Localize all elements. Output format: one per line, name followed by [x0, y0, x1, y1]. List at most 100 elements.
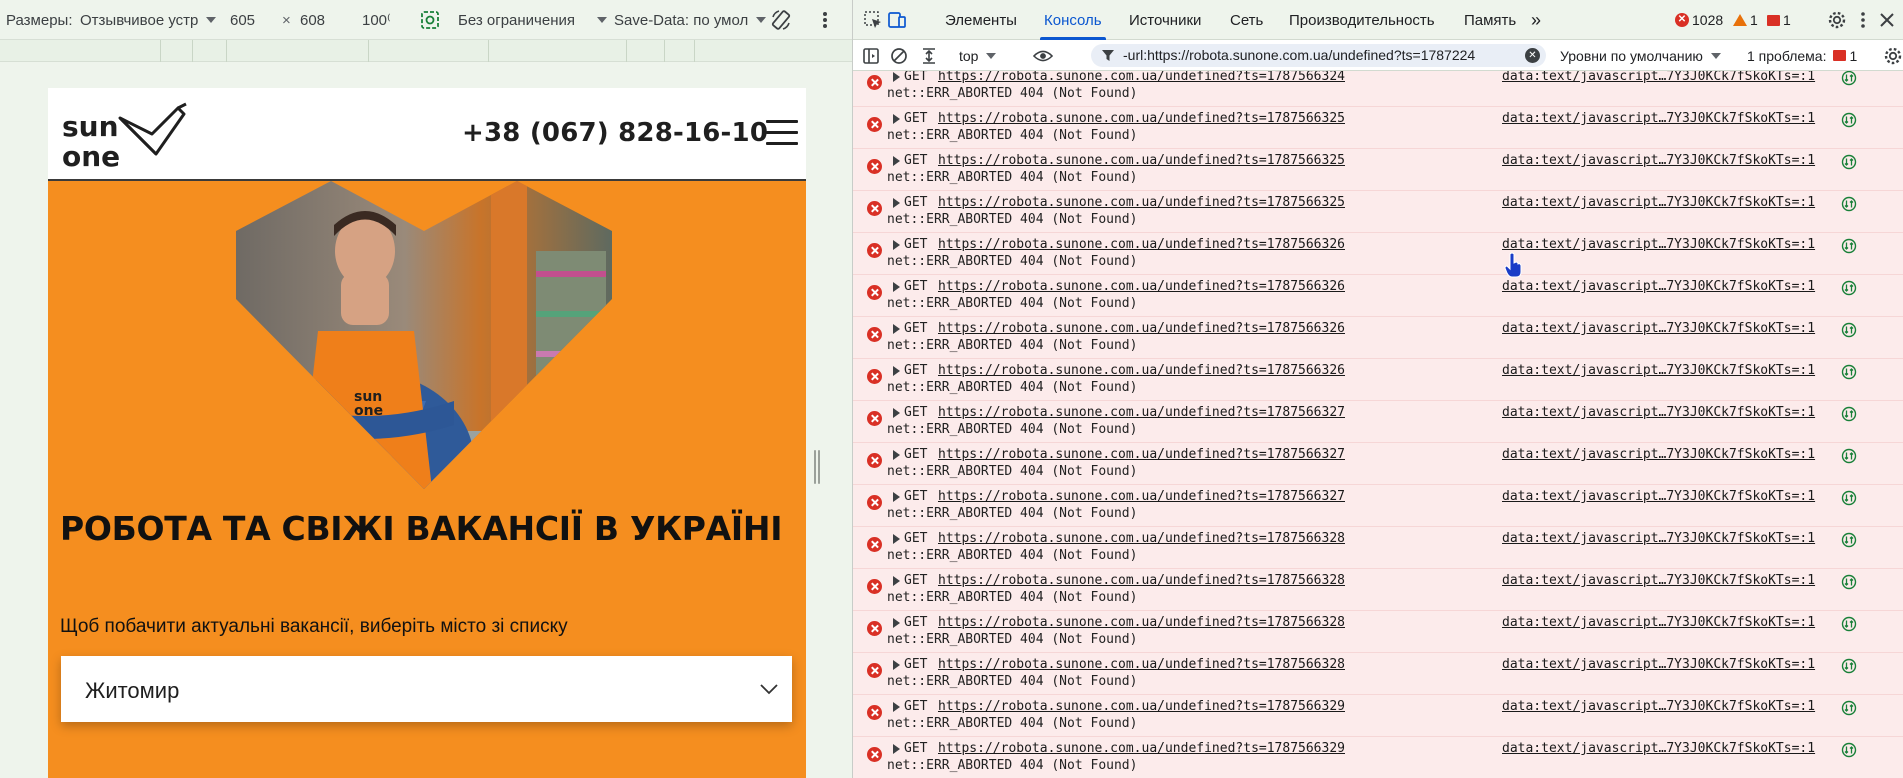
scroll-to-bottom-icon[interactable]	[919, 46, 939, 66]
console-error-row[interactable]: GET https://robota.sunone.com.ua/undefine…	[853, 653, 1903, 695]
capture-screenshot-icon[interactable]	[420, 0, 440, 40]
source-location-link[interactable]: data:text/javascript…7Y3J0KCk7fSkoKTs=:1	[1502, 153, 1815, 168]
expand-triangle-icon[interactable]	[893, 660, 900, 670]
expand-triangle-icon[interactable]	[893, 408, 900, 418]
request-url-link[interactable]: https://robota.sunone.com.ua/undefined?t…	[938, 71, 1345, 84]
device-toggle-icon[interactable]	[887, 10, 907, 30]
tab-elements[interactable]: Элементы	[945, 0, 1017, 40]
issues-badge[interactable]: 1	[1767, 0, 1791, 40]
tab-console[interactable]: Консоль	[1040, 0, 1106, 40]
console-error-row[interactable]: GET https://robota.sunone.com.ua/undefine…	[853, 443, 1903, 485]
request-url-link[interactable]: https://robota.sunone.com.ua/undefined?t…	[938, 699, 1345, 714]
source-location-link[interactable]: data:text/javascript…7Y3J0KCk7fSkoKTs=:1	[1502, 657, 1815, 672]
expand-triangle-icon[interactable]	[893, 72, 900, 82]
sunone-logo[interactable]: sun one	[60, 100, 190, 172]
console-error-row[interactable]: GET https://robota.sunone.com.ua/undefine…	[853, 737, 1903, 778]
city-select[interactable]: Житомир	[61, 656, 792, 722]
expand-triangle-icon[interactable]	[893, 744, 900, 754]
network-request-icon[interactable]	[1841, 280, 1857, 296]
expand-triangle-icon[interactable]	[893, 576, 900, 586]
source-location-link[interactable]: data:text/javascript…7Y3J0KCk7fSkoKTs=:1	[1502, 71, 1815, 84]
height-input[interactable]: 608	[300, 0, 325, 40]
save-data-select[interactable]: Save-Data: по умол	[614, 0, 767, 40]
network-request-icon[interactable]	[1841, 616, 1857, 632]
console-error-row[interactable]: GET https://robota.sunone.com.ua/undefine…	[853, 149, 1903, 191]
source-location-link[interactable]: data:text/javascript…7Y3J0KCk7fSkoKTs=:1	[1502, 531, 1815, 546]
close-icon[interactable]	[1877, 10, 1897, 30]
request-url-link[interactable]: https://robota.sunone.com.ua/undefined?t…	[938, 153, 1345, 168]
request-url-link[interactable]: https://robota.sunone.com.ua/undefined?t…	[938, 573, 1345, 588]
errors-badge[interactable]: ✕ 1028	[1675, 0, 1723, 40]
console-error-row[interactable]: GET https://robota.sunone.com.ua/undefine…	[853, 359, 1903, 401]
expand-triangle-icon[interactable]	[893, 282, 900, 292]
network-request-icon[interactable]	[1841, 406, 1857, 422]
expand-triangle-icon[interactable]	[893, 492, 900, 502]
source-location-link[interactable]: data:text/javascript…7Y3J0KCk7fSkoKTs=:1	[1502, 741, 1815, 756]
network-request-icon[interactable]	[1841, 112, 1857, 128]
console-error-row[interactable]: GET https://robota.sunone.com.ua/undefine…	[853, 527, 1903, 569]
request-url-link[interactable]: https://robota.sunone.com.ua/undefined?t…	[938, 531, 1345, 546]
clear-filter-icon[interactable]: ✕	[1525, 48, 1540, 63]
expand-triangle-icon[interactable]	[893, 114, 900, 124]
phone-number[interactable]: +38 (067) 828-16-10	[462, 118, 768, 148]
console-error-row[interactable]: GET https://robota.sunone.com.ua/undefine…	[853, 107, 1903, 149]
expand-triangle-icon[interactable]	[893, 240, 900, 250]
console-filter-input[interactable]: -url:https://robota.sunone.com.ua/undefi…	[1091, 44, 1546, 67]
network-request-icon[interactable]	[1841, 364, 1857, 380]
device-select[interactable]: Отзывчивое устр	[80, 0, 217, 40]
request-url-link[interactable]: https://robota.sunone.com.ua/undefined?t…	[938, 363, 1345, 378]
expand-triangle-icon[interactable]	[893, 324, 900, 334]
inspect-element-icon[interactable]	[863, 10, 883, 30]
console-error-row[interactable]: GET https://robota.sunone.com.ua/undefine…	[853, 569, 1903, 611]
tab-network[interactable]: Сеть	[1230, 0, 1263, 40]
context-select[interactable]: top	[959, 40, 997, 71]
source-location-link[interactable]: data:text/javascript…7Y3J0KCk7fSkoKTs=:1	[1502, 699, 1815, 714]
expand-triangle-icon[interactable]	[893, 156, 900, 166]
throttling-select[interactable]: Без ограничения	[458, 0, 608, 40]
network-request-icon[interactable]	[1841, 658, 1857, 674]
more-options-icon[interactable]	[822, 0, 828, 40]
source-location-link[interactable]: data:text/javascript…7Y3J0KCk7fSkoKTs=:1	[1502, 321, 1815, 336]
rotate-icon[interactable]	[770, 0, 792, 40]
expand-triangle-icon[interactable]	[893, 366, 900, 376]
width-input[interactable]: 605	[230, 0, 255, 40]
network-request-icon[interactable]	[1841, 490, 1857, 506]
source-location-link[interactable]: data:text/javascript…7Y3J0KCk7fSkoKTs=:1	[1502, 405, 1815, 420]
log-levels-select[interactable]: Уровни по умолчанию	[1560, 40, 1721, 71]
source-location-link[interactable]: data:text/javascript…7Y3J0KCk7fSkoKTs=:1	[1502, 111, 1815, 126]
warnings-badge[interactable]: 1	[1733, 0, 1758, 40]
network-request-icon[interactable]	[1841, 71, 1857, 86]
network-request-icon[interactable]	[1841, 700, 1857, 716]
request-url-link[interactable]: https://robota.sunone.com.ua/undefined?t…	[938, 447, 1345, 462]
viewport-resize-handle[interactable]	[813, 450, 821, 484]
request-url-link[interactable]: https://robota.sunone.com.ua/undefined?t…	[938, 279, 1345, 294]
request-url-link[interactable]: https://robota.sunone.com.ua/undefined?t…	[938, 111, 1345, 126]
request-url-link[interactable]: https://robota.sunone.com.ua/undefined?t…	[938, 195, 1345, 210]
sidebar-toggle-icon[interactable]	[861, 46, 881, 66]
expand-triangle-icon[interactable]	[893, 198, 900, 208]
request-url-link[interactable]: https://robota.sunone.com.ua/undefined?t…	[938, 489, 1345, 504]
zoom-select[interactable]: 100⁽	[362, 0, 390, 40]
request-url-link[interactable]: https://robota.sunone.com.ua/undefined?t…	[938, 615, 1345, 630]
expand-triangle-icon[interactable]	[893, 450, 900, 460]
console-error-row[interactable]: GET https://robota.sunone.com.ua/undefine…	[853, 401, 1903, 443]
request-url-link[interactable]: https://robota.sunone.com.ua/undefined?t…	[938, 741, 1345, 756]
request-url-link[interactable]: https://robota.sunone.com.ua/undefined?t…	[938, 237, 1345, 252]
source-location-link[interactable]: data:text/javascript…7Y3J0KCk7fSkoKTs=:1	[1502, 279, 1815, 294]
console-error-row[interactable]: GET https://robota.sunone.com.ua/undefine…	[853, 611, 1903, 653]
network-request-icon[interactable]	[1841, 238, 1857, 254]
console-error-row[interactable]: GET https://robota.sunone.com.ua/undefine…	[853, 275, 1903, 317]
source-location-link[interactable]: data:text/javascript…7Y3J0KCk7fSkoKTs=:1	[1502, 237, 1815, 252]
tab-performance[interactable]: Производительность	[1289, 0, 1435, 40]
network-request-icon[interactable]	[1841, 574, 1857, 590]
clear-console-icon[interactable]	[889, 46, 909, 66]
console-error-row[interactable]: GET https://robota.sunone.com.ua/undefine…	[853, 191, 1903, 233]
network-request-icon[interactable]	[1841, 154, 1857, 170]
console-error-row[interactable]: GET https://robota.sunone.com.ua/undefine…	[853, 317, 1903, 359]
live-expression-eye-icon[interactable]	[1033, 46, 1053, 66]
console-message-list[interactable]: GET https://robota.sunone.com.ua/undefine…	[853, 71, 1903, 778]
issues-link[interactable]: 1 проблема: 1	[1747, 40, 1857, 71]
console-error-row[interactable]: GET https://robota.sunone.com.ua/undefine…	[853, 71, 1903, 107]
console-error-row[interactable]: GET https://robota.sunone.com.ua/undefine…	[853, 695, 1903, 737]
network-request-icon[interactable]	[1841, 196, 1857, 212]
